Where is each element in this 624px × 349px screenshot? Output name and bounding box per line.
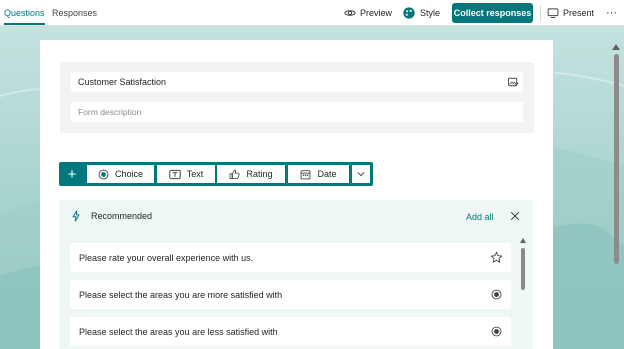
recommended-header: Recommended (71, 210, 152, 222)
page-scrollbar[interactable] (611, 42, 621, 349)
form-title: Customer Satisfaction (78, 77, 167, 87)
radio-icon (491, 289, 502, 300)
choice-label: Choice (114, 169, 143, 179)
star-icon (490, 251, 503, 263)
thumbs-up-icon (230, 169, 241, 179)
form-card: Customer Satisfaction Form description +… (40, 40, 553, 349)
recommended-item-label: Please select the areas you are more sat… (79, 289, 283, 300)
rating-label: Rating (246, 169, 273, 179)
add-all-link[interactable]: Add all (466, 212, 494, 222)
text-label: Text (186, 169, 204, 179)
scrollbar-thumb[interactable] (614, 54, 619, 264)
radio-icon (98, 169, 109, 179)
recommended-item[interactable]: Please select the areas you are more sat… (70, 280, 511, 309)
tab-responses[interactable]: Responses (52, 0, 97, 26)
date-button[interactable]: Date (288, 165, 349, 183)
palette-icon (403, 7, 415, 19)
recommended-item-label: Please rate your overall experience with… (79, 252, 254, 263)
preview-button[interactable]: Preview (344, 0, 392, 26)
choice-button[interactable]: Choice (87, 165, 154, 183)
lightning-icon (72, 210, 80, 222)
more-question-types-button[interactable] (352, 165, 370, 183)
recommended-item[interactable]: Please select the areas you are less sat… (70, 317, 511, 346)
date-label: Date (317, 169, 337, 179)
preview-label: Preview (360, 8, 393, 18)
recommended-item-label: Please select the areas you are less sat… (79, 326, 278, 337)
eye-icon (344, 10, 356, 16)
form-title-field[interactable]: Customer Satisfaction (71, 72, 523, 92)
image-edit-icon[interactable] (507, 76, 519, 88)
chevron-down-icon (357, 172, 365, 177)
recommended-item[interactable]: Please rate your overall experience with… (70, 243, 511, 272)
form-description-placeholder: Form description (78, 107, 142, 117)
text-button[interactable]: Text (157, 165, 215, 183)
present-button[interactable]: Present (547, 0, 594, 26)
form-header: Customer Satisfaction Form description (60, 62, 534, 133)
collect-responses-button[interactable]: Collect responses (452, 3, 533, 23)
top-bar: Questions Responses Preview Style Collec… (0, 0, 624, 26)
radio-icon (491, 326, 502, 337)
tab-questions[interactable]: Questions (4, 0, 45, 26)
recommended-title: Recommended (91, 211, 153, 221)
monitor-icon (547, 8, 559, 18)
recommended-scrollbar[interactable] (520, 238, 528, 349)
question-type-toolbar: + Choice Text Rating Date (59, 162, 373, 186)
add-question-button[interactable]: + (59, 162, 85, 186)
rating-button[interactable]: Rating (217, 165, 285, 183)
scrollbar-thumb[interactable] (521, 248, 525, 290)
recommended-panel: Recommended Add all Please rate your ove… (59, 200, 533, 349)
divider (540, 5, 541, 21)
style-button[interactable]: Style (402, 0, 440, 26)
style-label: Style (420, 8, 441, 18)
text-box-icon (168, 169, 181, 179)
present-label: Present (563, 8, 595, 18)
more-options-button[interactable]: ··· (606, 0, 617, 26)
form-description-field[interactable]: Form description (71, 102, 523, 122)
close-icon[interactable] (509, 210, 521, 222)
scroll-up-arrow-icon[interactable] (612, 44, 620, 50)
calendar-icon (301, 169, 311, 179)
scroll-up-arrow-icon[interactable] (520, 238, 526, 243)
